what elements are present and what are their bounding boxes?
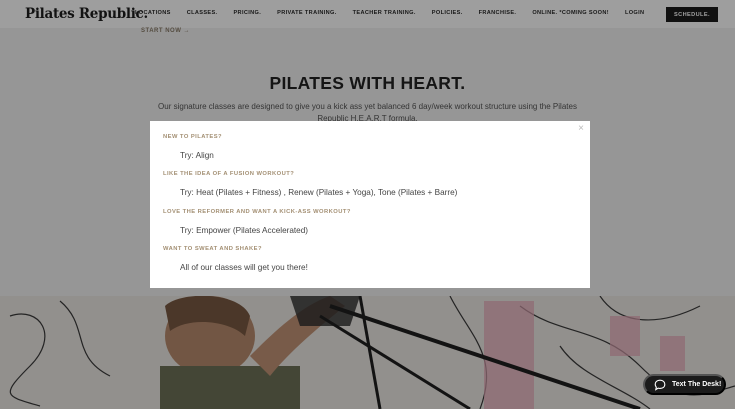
answer-fusion-workout: Try: Heat (Pilates + Fitness) , Renew (P… bbox=[180, 188, 458, 197]
answer-new-to-pilates: Try: Align bbox=[180, 151, 214, 160]
question-fusion-workout: LIKE THE IDEA OF A FUSION WORKOUT? bbox=[163, 171, 295, 177]
answer-reformer: Try: Empower (Pilates Accelerated) bbox=[180, 226, 309, 235]
class-guide-modal: × NEW TO PILATES? Try: Align LIKE THE ID… bbox=[150, 121, 590, 288]
close-icon[interactable]: × bbox=[578, 124, 584, 134]
answer-sweat-and-shake: All of our classes will get you there! bbox=[180, 263, 308, 272]
page: Pilates Republic. LOCATIONS CLASSES. PRI… bbox=[0, 0, 735, 409]
chat-bubble-icon bbox=[654, 379, 666, 391]
question-new-to-pilates: NEW TO PILATES? bbox=[163, 134, 223, 140]
text-the-desk-button[interactable]: Text The Desk! bbox=[643, 374, 726, 395]
chat-label: Text The Desk! bbox=[672, 381, 722, 388]
question-sweat-and-shake: WANT TO SWEAT AND SHAKE? bbox=[163, 246, 262, 252]
question-reformer: LOVE THE REFORMER AND WANT A KICK-ASS WO… bbox=[163, 209, 351, 215]
